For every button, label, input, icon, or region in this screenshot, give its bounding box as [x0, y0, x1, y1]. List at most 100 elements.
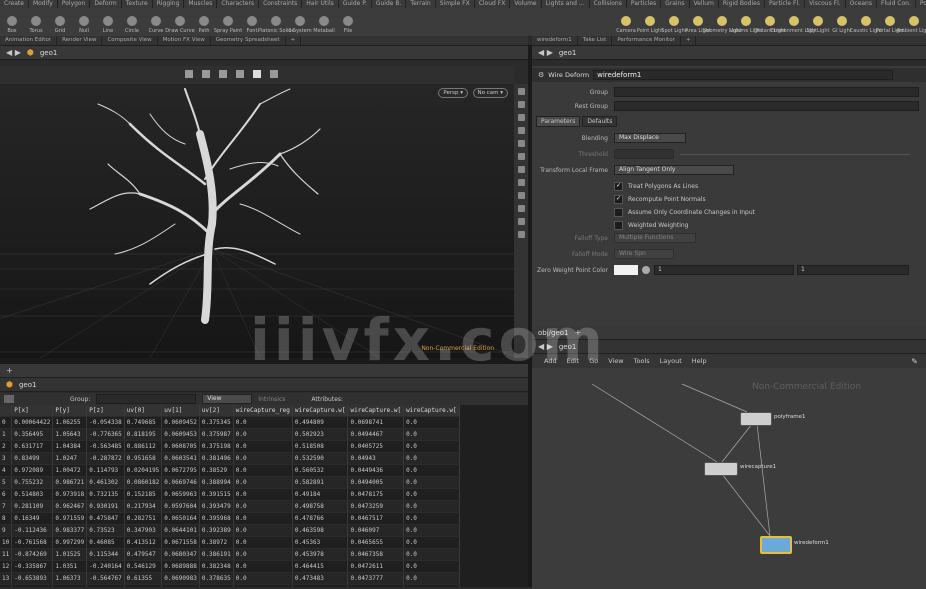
shelf-tab[interactable]: Cloud FX	[475, 0, 511, 8]
table-row[interactable]: 13 -0.653893 1.06373 -0.564767 0.61355 0.0690…	[0, 572, 460, 585]
shelf-tab[interactable]: Volume	[510, 0, 542, 8]
wireframe-toggle-icon[interactable]	[517, 140, 525, 147]
shelf-tool-button[interactable]: Spray Paint	[214, 8, 242, 36]
wirecapture-node[interactable]	[704, 462, 738, 476]
color-picker-icon[interactable]	[642, 266, 650, 274]
shelf-tab[interactable]: Texture	[122, 0, 153, 8]
shelf-tab[interactable]: Hair Utils	[302, 0, 339, 8]
rest-group-field[interactable]	[614, 101, 919, 111]
shelf-tab[interactable]: Populate C.	[916, 0, 926, 8]
shelf-tool-button[interactable]: Torus	[24, 8, 48, 36]
shelf-tab[interactable]: Muscles	[184, 0, 218, 8]
column-header[interactable]: P[y]	[52, 405, 88, 417]
shelf-tool-button[interactable]: File	[336, 8, 360, 36]
shelf-tab[interactable]: Terrain	[406, 0, 436, 8]
column-header[interactable]: uv[2]	[199, 405, 234, 417]
table-row[interactable]: 4 0.972089 1.00472 0.114793 0.0204195 0.06727…	[0, 464, 460, 477]
shelf-tab[interactable]: Vellum	[690, 0, 719, 8]
shelf-tab[interactable]: Particles	[627, 0, 662, 8]
checkbox[interactable]: ✓	[614, 194, 623, 204]
shelf-tool-button[interactable]: Path	[192, 8, 216, 36]
view-menu[interactable]: View	[202, 394, 253, 404]
table-row[interactable]: 1 0.356495 1.05643 -0.776365 0.818195 0.06094…	[0, 428, 460, 441]
checkbox[interactable]	[614, 220, 623, 230]
shelf-tab[interactable]: Deform	[90, 0, 122, 8]
falloff-type-menu[interactable]: Multiple Functions	[614, 233, 696, 243]
select-tool-icon[interactable]	[185, 70, 193, 78]
shelf-tool-button[interactable]: Sky Light	[806, 8, 830, 36]
shelf-tab[interactable]: Simple FX	[436, 0, 475, 8]
shelf-tool-button[interactable]: Grid	[48, 8, 72, 36]
shelf-tab[interactable]: Polygon	[58, 0, 91, 8]
group-field[interactable]	[96, 394, 197, 404]
column-header[interactable]: P[z]	[86, 405, 125, 417]
display-options-icon[interactable]	[517, 88, 525, 95]
ghost-toggle-icon[interactable]	[517, 153, 525, 160]
column-header[interactable]: uv[1]	[161, 405, 200, 417]
shelf-tool-button[interactable]: Spot Light	[661, 8, 687, 36]
tab-parameters[interactable]: Parameters	[536, 116, 581, 127]
table-row[interactable]: 11 -0.874269 1.01525 0.115344 0.479547 0.0680…	[0, 548, 460, 561]
blending-menu[interactable]: Max Displace	[614, 133, 686, 143]
column-header[interactable]: uv[0]	[124, 405, 163, 417]
geometry-spreadsheet[interactable]: Group: View Intrinsics Attributes: P[x] P…	[0, 393, 528, 587]
shelf-tab[interactable]: Viscous Fl.	[805, 0, 846, 8]
pane-tab[interactable]: Performance Monitor	[612, 36, 681, 45]
table-row[interactable]: 12 -0.335867 1.0351 -0.240164 0.546129 0.0689…	[0, 560, 460, 573]
tab-defaults[interactable]: Defaults	[582, 116, 618, 127]
shelf-tool-button[interactable]: Circle	[120, 8, 144, 36]
background-toggle-icon[interactable]	[517, 231, 525, 238]
column-header[interactable]: wireCapture.w[	[403, 405, 460, 417]
polyframe-node[interactable]	[740, 412, 772, 426]
pane-tab[interactable]: Animation Editor	[0, 36, 58, 45]
shelf-tool-button[interactable]: L-System	[288, 8, 312, 36]
checkbox[interactable]	[614, 207, 623, 217]
gear-icon[interactable]: ⚙	[538, 71, 544, 79]
transform-menu[interactable]: Align Tangent Only	[614, 165, 734, 175]
table-row[interactable]: 2 0.631717 1.04384 -0.563485 0.886112 0.06087…	[0, 440, 460, 453]
shelf-tab[interactable]: Particle Fl.	[765, 0, 806, 8]
column-header[interactable]: P[x]	[11, 405, 54, 417]
handle-tool-icon[interactable]	[253, 70, 261, 78]
table-row[interactable]: 8 0.16349 0.971559 0.475847 0.282751 0.065016…	[0, 512, 460, 525]
shelf-tool-button[interactable]: Metaball	[312, 8, 336, 36]
table-row[interactable]: 7 0.281109 0.962467 0.930191 0.217934 0.05976…	[0, 500, 460, 513]
normals-display-icon[interactable]	[517, 179, 525, 186]
add-tab-icon[interactable]: +	[286, 36, 302, 45]
network-editor[interactable]: Add Edit Go View Tools Layout Help ✎ Non-Comme…	[532, 354, 926, 589]
lock-camera-icon[interactable]	[517, 101, 525, 108]
shelf-tool-button[interactable]: Null	[72, 8, 96, 36]
node-name-field[interactable]: wiredeform1	[593, 70, 894, 80]
rotate-tool-icon[interactable]	[219, 70, 227, 78]
shelf-tab[interactable]: Characters	[217, 0, 260, 8]
grid-toggle-icon[interactable]	[517, 205, 525, 212]
pane-tab[interactable]: Composite View	[102, 36, 158, 45]
shelf-tab[interactable]: Fluid Con.	[877, 0, 916, 8]
table-row[interactable]: 10 -0.761568 0.997299 0.46085 0.413512 0.0671…	[0, 536, 460, 549]
pose-tool-icon[interactable]	[270, 70, 278, 78]
pane-tab[interactable]: Render View	[57, 36, 103, 45]
zero-weight-g-field[interactable]: 1	[797, 265, 909, 275]
points-mode-icon[interactable]	[4, 395, 14, 403]
shelf-tab[interactable]: Guide B.	[372, 0, 407, 8]
home-view-icon[interactable]	[517, 114, 525, 121]
table-row[interactable]: 0 0.00064422 1.06255 -0.054338 0.749685 0.060…	[0, 416, 460, 429]
shelf-tab[interactable]: Create	[0, 0, 29, 8]
points-display-icon[interactable]	[517, 166, 525, 173]
scale-tool-icon[interactable]	[236, 70, 244, 78]
move-tool-icon[interactable]	[202, 70, 210, 78]
table-row[interactable]: 3 0.83499 1.0247 -0.287872 0.951658 0.0603541…	[0, 452, 460, 465]
shading-mode-icon[interactable]	[517, 127, 525, 134]
wiredeform-node[interactable]	[760, 536, 792, 554]
group-field[interactable]	[614, 87, 919, 97]
shelf-tab[interactable]: Modify	[29, 0, 58, 8]
spreadsheet-path-label[interactable]: geo1	[19, 381, 37, 389]
shelf-tab[interactable]: Constraints	[259, 0, 303, 8]
shelf-tab[interactable]: Guide P.	[339, 0, 372, 8]
shelf-tab[interactable]: Grains	[661, 0, 690, 8]
shelf-tab[interactable]: Collisions	[590, 0, 627, 8]
shelf-tool-button[interactable]: Camera	[614, 8, 638, 36]
column-header[interactable]: wireCapture.w[	[292, 405, 349, 417]
table-row[interactable]: 9 -0.112436 0.983377 0.73523 0.347903 0.06441…	[0, 524, 460, 537]
shelf-tab[interactable]: Rigid Bodies	[719, 0, 765, 8]
